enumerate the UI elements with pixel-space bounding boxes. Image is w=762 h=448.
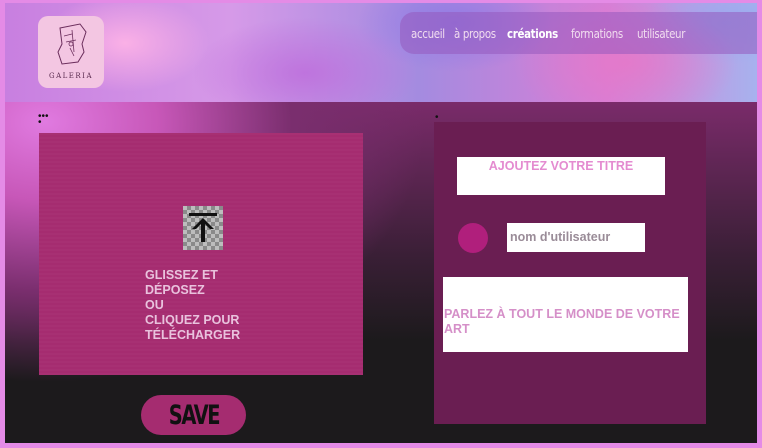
arrow-up-icon	[189, 213, 217, 242]
save-label: SAVE	[168, 399, 220, 431]
nav-formations[interactable]: formations	[571, 26, 623, 41]
avatar[interactable]	[458, 223, 488, 253]
sculpture-head-icon	[57, 23, 87, 65]
nav-accueil[interactable]: accueil	[411, 26, 445, 41]
nav-creations[interactable]: créations	[507, 26, 558, 41]
logo-text: GALERIA	[49, 72, 93, 80]
title-input[interactable]: AJOUTEZ VOTRE TITRE	[457, 157, 665, 195]
username-input[interactable]: nom d'utilisateur	[507, 223, 645, 252]
upload-instructions: GLISSEZ ET DÉPOSEZ OU CLIQUEZ POUR TÉLÉC…	[145, 268, 275, 343]
upload-arrow-icon[interactable]	[183, 206, 223, 250]
nav-utilisateur[interactable]: utilisateur	[637, 26, 685, 41]
upload-line: OU	[145, 298, 164, 312]
main-nav: accueil à propos créations formations ut…	[400, 12, 757, 54]
upload-line: CLIQUEZ POUR	[145, 313, 240, 327]
decorative-dots: ••• •	[38, 111, 49, 128]
nav-a-propos[interactable]: à propos	[454, 26, 496, 41]
upload-line: TÉLÉCHARGER	[145, 328, 241, 342]
upload-line: GLISSEZ ET	[145, 268, 218, 282]
description-input[interactable]: PARLEZ À TOUT LE MONDE DE VOTRE ART	[443, 277, 688, 352]
upload-line: DÉPOSEZ	[145, 283, 205, 297]
save-button[interactable]: SAVE	[141, 395, 246, 435]
galeria-logo[interactable]: GALERIA	[38, 16, 104, 88]
